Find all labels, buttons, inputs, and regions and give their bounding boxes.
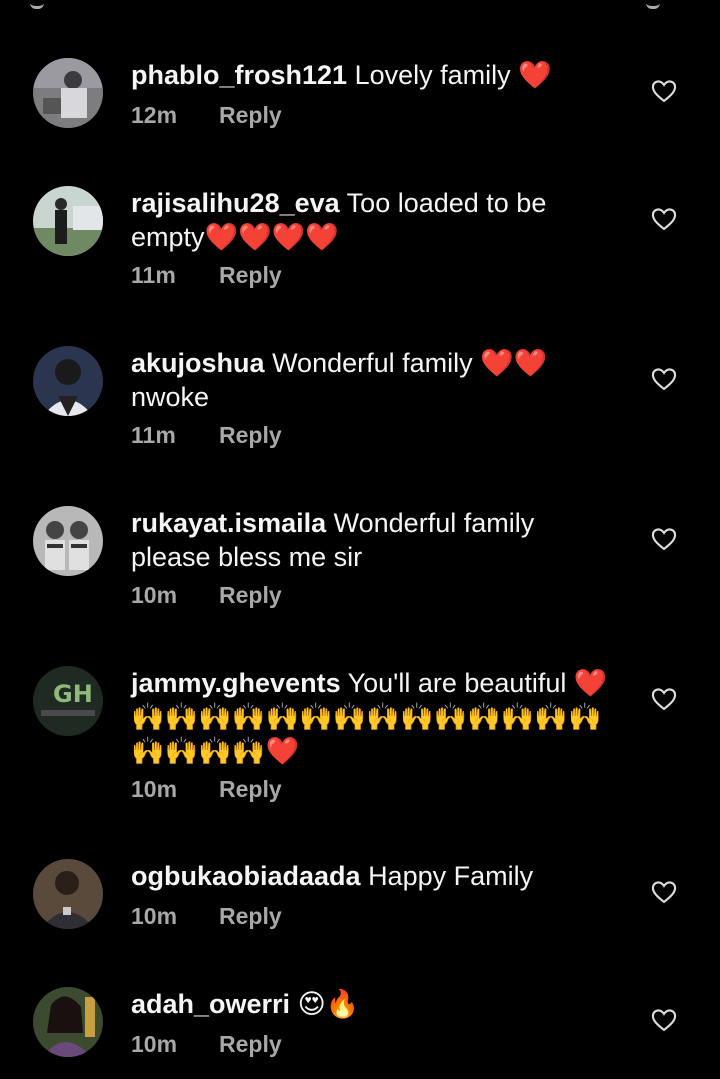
- comment-username[interactable]: ogbukaobiadaada: [131, 861, 361, 891]
- reply-button[interactable]: Reply: [219, 903, 282, 930]
- comment-time: 12m: [131, 102, 178, 128]
- heart-outline-icon[interactable]: [650, 878, 678, 906]
- comment-username[interactable]: adah_owerri: [131, 989, 290, 1019]
- avatar[interactable]: [33, 186, 103, 256]
- reply-button[interactable]: Reply: [219, 102, 282, 129]
- comment-username[interactable]: akujoshua: [131, 348, 265, 378]
- avatar[interactable]: [33, 346, 103, 416]
- avatar[interactable]: [33, 859, 103, 929]
- comment-time: 11m: [131, 262, 176, 288]
- comment-username[interactable]: rajisalihu28_eva: [131, 188, 340, 218]
- heart-outline-icon[interactable]: [650, 205, 678, 233]
- avatar[interactable]: [33, 987, 103, 1057]
- comment-time: 10m: [131, 582, 178, 608]
- heart-outline-icon[interactable]: [650, 525, 678, 553]
- heart-outline-icon[interactable]: [650, 365, 678, 393]
- comment-text: Lovely family ❤️: [354, 60, 552, 90]
- heart-outline-icon[interactable]: [650, 685, 678, 713]
- comment-username[interactable]: rukayat.ismaila: [131, 508, 326, 538]
- reply-button[interactable]: Reply: [219, 776, 282, 803]
- comment-time: 11m: [131, 422, 176, 448]
- avatar[interactable]: [33, 58, 103, 128]
- avatar[interactable]: [33, 506, 103, 576]
- back-arrow-icon[interactable]: [30, 0, 44, 9]
- comment-text: 😍🔥: [297, 989, 360, 1019]
- svg-text:GH: GH: [53, 680, 93, 708]
- share-icon[interactable]: [646, 0, 660, 9]
- comment-username[interactable]: jammy.ghevents: [131, 668, 341, 698]
- avatar[interactable]: GH: [33, 666, 103, 736]
- reply-button[interactable]: Reply: [219, 422, 282, 449]
- comment-username[interactable]: phablo_frosh121: [131, 60, 347, 90]
- heart-outline-icon[interactable]: [650, 1006, 678, 1034]
- comment-time: 10m: [131, 776, 178, 802]
- top-strip: [0, 0, 720, 14]
- reply-button[interactable]: Reply: [219, 262, 282, 289]
- comment-time: 10m: [131, 1031, 178, 1057]
- heart-outline-icon[interactable]: [650, 77, 678, 105]
- reply-button[interactable]: Reply: [219, 582, 282, 609]
- reply-button[interactable]: Reply: [219, 1031, 282, 1058]
- comment-time: 10m: [131, 903, 178, 929]
- comment-text: Happy Family: [368, 861, 534, 891]
